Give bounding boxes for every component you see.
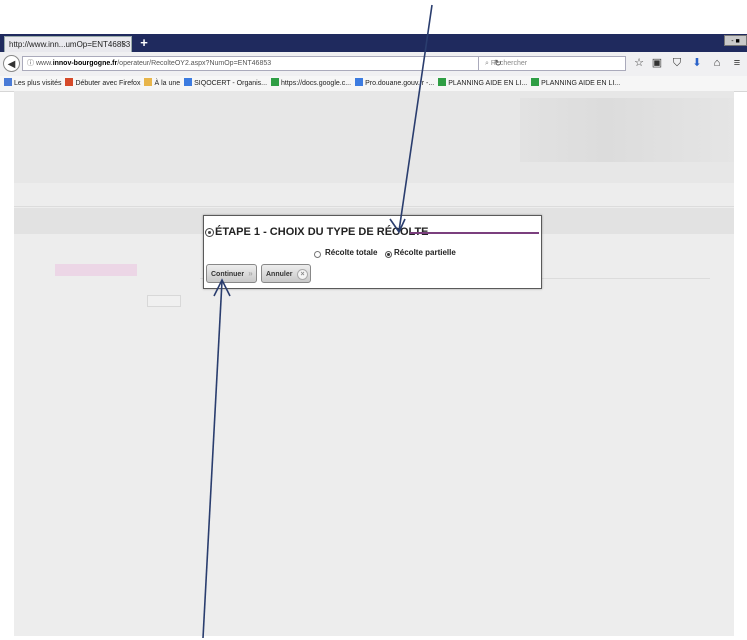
bookmarks-bar: Les plus visités Débuter avec Firefox À la… [0, 76, 747, 92]
home-icon[interactable]: ⌂ [710, 56, 724, 70]
dialog-title: ÉTAPE 1 - CHOIX DU TYPE DE RÉCOLTE [215, 226, 429, 238]
bookmark-item[interactable]: PLANNING AIDE EN LI... [438, 76, 527, 91]
continue-button[interactable]: Continuer » [206, 264, 257, 283]
bookmark-label: À la une [154, 80, 181, 87]
header-image [520, 98, 734, 162]
site-menu [14, 196, 734, 207]
continue-label: Continuer [211, 271, 245, 278]
bookmark-item[interactable]: Débuter avec Firefox [65, 76, 140, 91]
bookmark-favicon-icon [438, 78, 447, 86]
site-field [147, 295, 181, 307]
close-tab-icon[interactable]: × [118, 36, 130, 52]
bookmark-favicon-icon [144, 78, 153, 86]
new-tab-button[interactable]: + [136, 35, 152, 51]
radio-total-harvest-label[interactable]: Récolte totale [325, 248, 377, 257]
bookmark-item[interactable]: Les plus visités [4, 76, 61, 91]
bookmark-label: SIQOCERT - Organis... [194, 80, 268, 87]
window-controls[interactable]: - ■ [724, 35, 747, 46]
radio-partial-harvest[interactable] [385, 251, 392, 258]
bookmark-label: Pro.douane.gouv.fr -... [365, 80, 435, 87]
site-tab [55, 264, 137, 276]
tab-title: http://www.inn...umOp=ENT46853 [9, 40, 131, 49]
site-footer [600, 616, 720, 624]
bookmark-item[interactable]: Pro.douane.gouv.fr -... [355, 76, 434, 91]
bookmark-item[interactable]: SIQOCERT - Organis... [184, 76, 267, 91]
browser-tab[interactable]: http://www.inn...umOp=ENT46853 [4, 36, 132, 52]
close-circle-icon: × [297, 269, 308, 280]
bookmark-label: PLANNING AIDE EN LI... [448, 80, 528, 87]
title-underline [410, 232, 539, 234]
radio-partial-harvest-label[interactable]: Récolte partielle [394, 248, 456, 257]
cancel-label: Annuler [266, 271, 293, 278]
download-icon[interactable]: ⬇ [690, 56, 704, 70]
bookmark-favicon-icon [271, 78, 280, 86]
reload-icon[interactable]: ↻ [492, 57, 504, 69]
bookmark-label: https://docs.google.c... [281, 80, 352, 87]
back-arrow-icon[interactable]: ◀ [3, 55, 20, 72]
cancel-button[interactable]: Annuler × [261, 264, 311, 283]
pocket-icon[interactable]: ⛉ [670, 56, 684, 70]
bookmark-favicon-icon [4, 78, 12, 86]
bookmark-label: PLANNING AIDE EN LI... [541, 80, 621, 87]
bookmark-favicon-icon [531, 78, 540, 86]
bookmark-label: Débuter avec Firefox [75, 80, 141, 87]
step-bullet-icon [205, 228, 214, 237]
url-prefix: www. [35, 60, 53, 67]
bookmark-favicon-icon [184, 78, 193, 86]
bookmark-item[interactable]: https://docs.google.c... [271, 76, 351, 91]
bookmark-star-icon[interactable]: ☆ [632, 56, 646, 70]
bookmark-label: Les plus visités [14, 80, 62, 87]
address-bar[interactable]: ⓘ www.innov-bourgogne.fr/operateur/Recol… [22, 56, 508, 71]
bookmark-item[interactable]: PLANNING AIDE EN LI... [531, 76, 620, 91]
url-domain: innov-bourgogne.fr [52, 60, 118, 67]
bookmark-favicon-icon [355, 78, 364, 86]
url-path: /operateur/RecolteOY2.aspx?NumOp=ENT4685… [117, 60, 272, 67]
bookmark-favicon-icon [65, 78, 74, 86]
forward-arrow-icon: » [248, 269, 253, 278]
menu-icon[interactable]: ≡ [730, 56, 744, 70]
bookmark-item[interactable]: À la une [144, 76, 180, 91]
radio-total-harvest[interactable] [314, 251, 321, 258]
library-icon[interactable]: ▣ [650, 56, 664, 70]
